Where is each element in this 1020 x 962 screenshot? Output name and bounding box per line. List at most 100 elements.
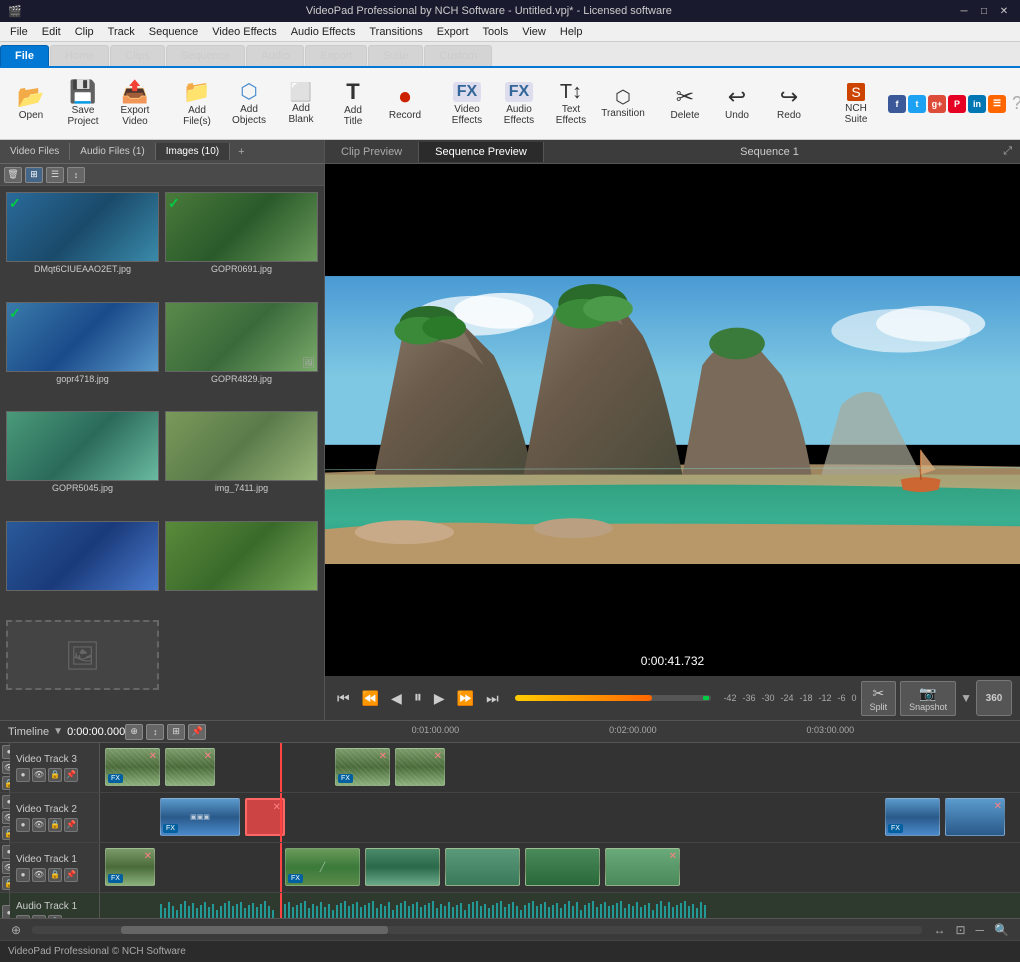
timeline-ctrl-1[interactable]: ⊕ (125, 724, 143, 740)
clip-delete-icon[interactable]: ✕ (204, 751, 212, 762)
menu-edit[interactable]: Edit (36, 24, 67, 40)
audio-effects-button[interactable]: FX Audio Effects (494, 74, 544, 134)
transition-button[interactable]: ⬡ Transition (598, 74, 648, 134)
redo-button[interactable]: ↪ Redo (764, 74, 814, 134)
list-item[interactable] (163, 519, 320, 617)
menu-file[interactable]: File (4, 24, 34, 40)
menu-help[interactable]: Help (554, 24, 589, 40)
skip-end-button[interactable]: ⏭ (482, 688, 503, 709)
tab-suite[interactable]: Suite (368, 45, 423, 66)
add-title-button[interactable]: T Add Title (328, 74, 378, 134)
v3-ctrl-2[interactable]: 👁 (32, 768, 46, 782)
list-item[interactable]: 🖼 GOPR4829.jpg (163, 300, 320, 408)
tab-audio[interactable]: Audio (246, 45, 304, 66)
rewind-button[interactable]: ◀ (387, 688, 406, 709)
track-content-v3[interactable]: FX ✕ ✕ FX ✕ ✕ (100, 743, 1020, 792)
menu-tools[interactable]: Tools (477, 24, 515, 40)
menu-audio-effects[interactable]: Audio Effects (285, 24, 362, 40)
menu-view[interactable]: View (516, 24, 552, 40)
clip-delete-icon[interactable]: ✕ (994, 801, 1002, 812)
list-item[interactable]: 🖼 (4, 618, 161, 716)
clip-preview-tab[interactable]: Clip Preview (325, 142, 419, 162)
track-content-audio[interactable]: FX (100, 893, 1020, 918)
help-icon[interactable]: ? (1008, 93, 1020, 114)
expand-preview-button[interactable]: ⤢ (995, 145, 1020, 158)
add-tab-button[interactable]: + (230, 143, 252, 161)
360-button[interactable]: 360 (976, 680, 1012, 716)
timeline-ctrl-3[interactable]: ⊞ (167, 724, 185, 740)
timeline-clip[interactable]: ▣▣▣ FX (160, 798, 240, 836)
clip-delete-icon[interactable]: ✕ (669, 851, 677, 862)
tab-images[interactable]: Images (10) (156, 143, 230, 160)
menu-transitions[interactable]: Transitions (363, 24, 428, 40)
track-content-v2[interactable]: ▣▣▣ FX ✕ FX ✕ (100, 793, 1020, 842)
clip-delete-icon[interactable]: ✕ (149, 751, 157, 762)
export-video-button[interactable]: 📤 Export Video (110, 74, 160, 134)
a1-ctrl-1[interactable]: ● (16, 915, 30, 919)
tab-export[interactable]: Export (305, 45, 367, 66)
zoom-slider[interactable]: ─ (973, 923, 988, 937)
zoom-out-button[interactable]: 🔍 (991, 923, 1012, 937)
clip-delete-icon[interactable]: ✕ (144, 851, 152, 862)
snapshot-button[interactable]: 📷 Snapshot (900, 681, 956, 716)
v2-ctrl-3[interactable]: 🔒 (48, 818, 62, 832)
forward-button[interactable]: ▶ (430, 688, 449, 709)
sort-button[interactable]: ↕ (67, 167, 85, 183)
v1-ctrl-1[interactable]: ● (16, 868, 30, 882)
timeline-clip[interactable]: FX (885, 798, 940, 836)
tab-file[interactable]: File (0, 45, 49, 66)
text-effects-button[interactable]: T↕ Text Effects (546, 74, 596, 134)
v2-ctrl-2[interactable]: 👁 (32, 818, 46, 832)
timeline-clip[interactable]: ✕ (165, 748, 215, 786)
timeline-clip[interactable]: FX ✕ (335, 748, 390, 786)
prev-frame-button[interactable]: ⏪ (358, 688, 383, 709)
tab-custom[interactable]: Custom (424, 45, 492, 66)
menu-sequence[interactable]: Sequence (143, 24, 205, 40)
track-content-v1[interactable]: ✕ FX ╱ FX ✕ (100, 843, 1020, 892)
play-pause-button[interactable]: ⏸ (410, 687, 426, 709)
timeline-dropdown[interactable]: ▼ (53, 726, 63, 737)
zoom-in-button[interactable]: ↔ (930, 923, 948, 937)
clip-delete-icon[interactable]: ✕ (434, 751, 442, 762)
save-project-button[interactable]: 💾 Save Project (58, 74, 108, 134)
v2-ctrl-1[interactable]: ● (16, 818, 30, 832)
add-blank-button[interactable]: ⬜ Add Blank (276, 74, 326, 134)
timeline-clip[interactable]: ╱ FX (285, 848, 360, 886)
tab-clips[interactable]: Clips (110, 45, 164, 66)
list-item[interactable]: ✓ DMqt6CIUEAAO2ET.jpg (4, 190, 161, 298)
menu-track[interactable]: Track (102, 24, 141, 40)
delete-file-button[interactable]: 🗑 (4, 167, 22, 183)
tab-audio-files[interactable]: Audio Files (1) (70, 143, 155, 160)
a1-ctrl-3[interactable]: 🔒 (48, 915, 62, 919)
timeline-clip[interactable]: ✕ (605, 848, 680, 886)
v1-ctrl-4[interactable]: 📌 (64, 868, 78, 882)
minimize-button[interactable]: ─ (956, 4, 972, 18)
v1-ctrl-2[interactable]: 👁 (32, 868, 46, 882)
timeline-clip[interactable]: FX ✕ (105, 748, 160, 786)
thumbnail-view-button[interactable]: ⊞ (25, 167, 43, 183)
timeline-clip[interactable]: ✕ (395, 748, 445, 786)
timeline-ctrl-4[interactable]: 📌 (188, 724, 206, 740)
v3-ctrl-4[interactable]: 📌 (64, 768, 78, 782)
a1-ctrl-2[interactable]: 👁 (32, 915, 46, 919)
timeline-clip[interactable]: ✕ FX (105, 848, 155, 886)
list-item[interactable]: ✓ GOPR0691.jpg (163, 190, 320, 298)
list-item[interactable]: ✓ gopr4718.jpg (4, 300, 161, 408)
delete-button[interactable]: ✂ Delete (660, 74, 710, 134)
tab-video-files[interactable]: Video Files (0, 143, 70, 160)
undo-button[interactable]: ↩ Undo (712, 74, 762, 134)
timeline-clip[interactable] (525, 848, 600, 886)
timeline-clip[interactable] (365, 848, 440, 886)
nch-suite-button[interactable]: S NCH Suite (826, 74, 886, 134)
timeline-clip-selected[interactable]: ✕ (245, 798, 285, 836)
list-item[interactable]: GOPR5045.jpg (4, 409, 161, 517)
sequence-preview-tab[interactable]: Sequence Preview (419, 142, 544, 162)
v2-ctrl-4[interactable]: 📌 (64, 818, 78, 832)
timeline-ctrl-2[interactable]: ↕ (146, 724, 164, 740)
menu-export[interactable]: Export (431, 24, 475, 40)
next-frame-button[interactable]: ⏩ (453, 688, 478, 709)
add-objects-button[interactable]: ⬡ Add Objects (224, 74, 274, 134)
list-view-button[interactable]: ☰ (46, 167, 64, 183)
volume-bar[interactable] (515, 695, 712, 701)
list-item[interactable]: img_7411.jpg (163, 409, 320, 517)
